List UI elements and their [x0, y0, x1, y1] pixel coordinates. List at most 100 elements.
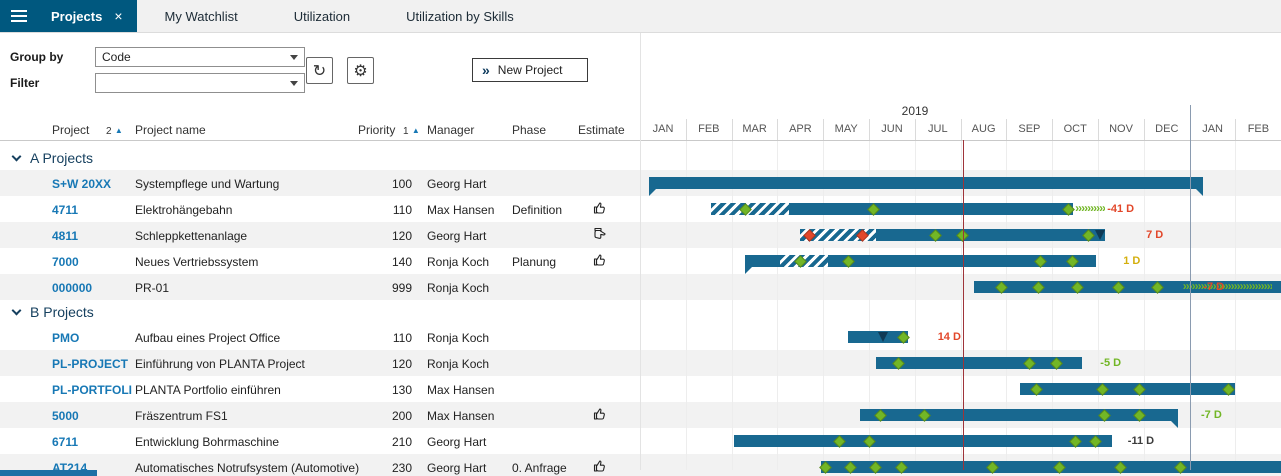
close-icon[interactable]: ×	[114, 8, 122, 24]
month-label: APR	[777, 123, 823, 135]
thumb-up-icon[interactable]	[584, 252, 616, 271]
project-manager: Georg Hart	[427, 229, 509, 243]
thumb-up-icon[interactable]	[584, 406, 616, 425]
month-label: SEP	[1006, 123, 1052, 135]
project-name: Fräszentrum FS1	[135, 409, 360, 423]
gantt-bar[interactable]	[974, 281, 1281, 293]
month-tick	[1144, 119, 1145, 140]
project-code-link[interactable]: 6711	[52, 435, 132, 449]
hamburger-icon[interactable]	[0, 0, 37, 32]
project-code-link[interactable]: PMO	[52, 331, 132, 345]
thumb-side-icon[interactable]	[584, 226, 616, 245]
filter-label: Filter	[10, 76, 39, 90]
project-manager: Max Hansen	[427, 409, 509, 423]
project-priority: 130	[340, 383, 412, 397]
project-code-link[interactable]: 7000	[52, 255, 132, 269]
month-tick	[1006, 119, 1007, 140]
col-priority[interactable]: Priority	[358, 123, 395, 137]
month-label: JAN	[1190, 123, 1236, 135]
project-priority: 120	[340, 357, 412, 371]
project-code-link[interactable]: PL-PROJECT	[52, 357, 132, 371]
project-row[interactable]: PL-PROJECTEinführung von PLANTA Project1…	[0, 350, 1281, 376]
project-row[interactable]: 4711Elektrohängebahn110Max HansenDefinit…	[0, 196, 1281, 222]
project-name: Systempflege und Wartung	[135, 177, 360, 191]
horizontal-scrollbar[interactable]	[0, 470, 97, 476]
filter-select[interactable]	[95, 73, 305, 93]
toolbar: Group by Code Filter ↻ ⚙ » New Project	[0, 33, 640, 119]
project-manager: Ronja Koch	[427, 357, 509, 371]
new-project-button[interactable]: » New Project	[472, 58, 588, 82]
project-name: Elektrohängebahn	[135, 203, 360, 217]
thumb-up-icon[interactable]	[584, 458, 616, 476]
group-header[interactable]: B Projects	[0, 300, 1281, 324]
project-name: Automatisches Notrufsystem (Automotive)	[135, 461, 360, 475]
project-name: Schleppkettenanlage	[135, 229, 360, 243]
gantt-bar[interactable]	[860, 409, 1178, 421]
sort-arrow-icon: ▲	[115, 126, 123, 135]
month-label: MAY	[823, 123, 869, 135]
col-manager[interactable]: Manager	[427, 123, 474, 137]
project-name: PLANTA Portfolio einführen	[135, 383, 360, 397]
chevron-down-icon	[290, 55, 298, 60]
project-name: PR-01	[135, 281, 360, 295]
refresh-icon: ↻	[313, 61, 326, 81]
thumb-up-icon[interactable]	[584, 200, 616, 219]
sort-indicator-priority[interactable]: 1 ▲	[403, 123, 420, 137]
gantt-bar[interactable]	[821, 461, 1281, 473]
group-by-select[interactable]: Code	[95, 47, 305, 67]
new-project-label: New Project	[498, 63, 563, 77]
project-code-link[interactable]: 000000	[52, 281, 132, 295]
col-project[interactable]: Project	[52, 123, 89, 137]
tab-utilization[interactable]: Utilization	[266, 0, 378, 32]
project-name: Neues Vertriebssystem	[135, 255, 360, 269]
project-manager: Ronja Koch	[427, 255, 509, 269]
end-marker-triangle[interactable]	[878, 332, 888, 342]
project-manager: Ronja Koch	[427, 331, 509, 345]
col-estimate[interactable]: Estimate	[578, 123, 625, 137]
tab-my-watchlist[interactable]: My Watchlist	[137, 0, 266, 32]
project-name: Einführung von PLANTA Project	[135, 357, 360, 371]
project-phase: Definition	[512, 203, 578, 217]
project-row[interactable]: PMOAufbau eines Project Office110Ronja K…	[0, 324, 1281, 350]
project-priority: 100	[340, 177, 412, 191]
chevron-down-icon	[12, 306, 22, 316]
project-phase: 0. Anfrage	[512, 461, 578, 475]
col-project-name[interactable]: Project name	[135, 123, 206, 137]
month-tick	[1052, 119, 1053, 140]
gantt-bar[interactable]	[1020, 383, 1235, 395]
table-header: Project 2 ▲ Project name Priority 1 ▲ Ma…	[0, 119, 640, 140]
tab-projects[interactable]: Projects ×	[37, 0, 137, 32]
gantt-bar[interactable]	[789, 203, 1073, 215]
group-label: A Projects	[30, 150, 93, 166]
month-label: OCT	[1052, 123, 1098, 135]
month-tick	[1235, 119, 1236, 140]
group-by-value: Code	[102, 50, 131, 64]
month-tick	[823, 119, 824, 140]
project-manager: Georg Hart	[427, 461, 509, 475]
settings-button[interactable]: ⚙	[347, 57, 374, 84]
project-code-link[interactable]: 4811	[52, 229, 132, 243]
group-header[interactable]: A Projects	[0, 146, 1281, 170]
month-label: DEC	[1144, 123, 1190, 135]
project-name: Aufbau eines Project Office	[135, 331, 360, 345]
month-tick	[1098, 119, 1099, 140]
tab-utilization-by-skills[interactable]: Utilization by Skills	[378, 0, 542, 32]
project-priority: 999	[340, 281, 412, 295]
gear-icon: ⚙	[353, 61, 367, 81]
project-code-link[interactable]: PL-PORTFOLIO	[52, 383, 132, 397]
gantt-bar[interactable]	[649, 177, 1203, 189]
month-label: NOV	[1098, 123, 1144, 135]
end-marker-triangle[interactable]	[1095, 230, 1105, 240]
month-tick	[869, 119, 870, 140]
project-code-link[interactable]: 4711	[52, 203, 132, 217]
project-code-link[interactable]: 5000	[52, 409, 132, 423]
col-phase[interactable]: Phase	[512, 123, 546, 137]
month-label: MAR	[732, 123, 778, 135]
gantt-bar[interactable]	[734, 435, 1112, 447]
project-code-link[interactable]: S+W 20XX	[52, 177, 132, 191]
chevron-down-icon	[290, 81, 298, 86]
project-manager: Georg Hart	[427, 177, 509, 191]
end-marker-triangle[interactable]	[1070, 358, 1080, 368]
sort-indicator-project[interactable]: 2 ▲	[106, 123, 123, 137]
refresh-button[interactable]: ↻	[306, 57, 333, 84]
